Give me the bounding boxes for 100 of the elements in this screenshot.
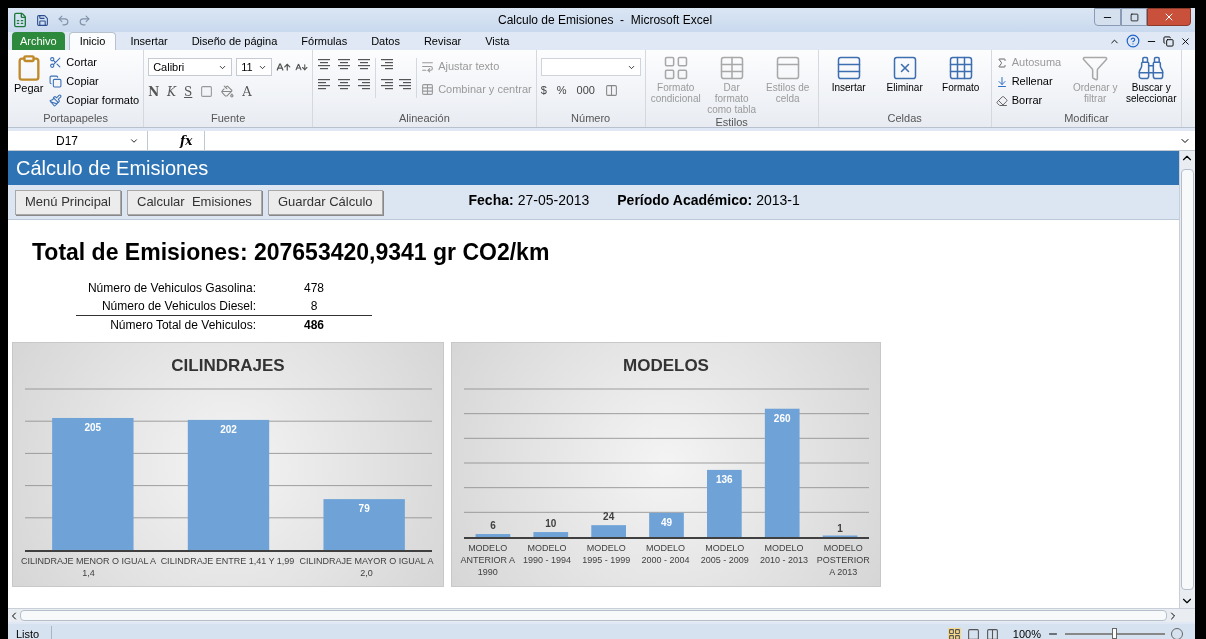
count-value: 478 [303, 280, 325, 297]
data-label: 6 [490, 520, 496, 532]
count-label: Número de Vehiculos Diesel: [100, 298, 256, 315]
align-middle-icon[interactable] [337, 58, 352, 70]
restore-icon[interactable] [1163, 35, 1174, 47]
insert-function-button[interactable]: fx [180, 131, 193, 150]
wrap-text-icon [421, 60, 435, 73]
field-value: 27-05-2013 [517, 191, 590, 210]
zoom-reading: 100% [1012, 626, 1041, 639]
group-label: Estilos [714, 115, 749, 129]
bar [475, 534, 511, 537]
border-icon[interactable] [200, 85, 214, 99]
font-color-button[interactable]: A [242, 82, 252, 102]
paint-bucket-icon[interactable] [221, 85, 235, 99]
close-icon[interactable] [1180, 35, 1191, 47]
excel-logo-icon [12, 12, 28, 28]
number-format-button[interactable]: $ [540, 82, 547, 99]
horizontal-scrollbar[interactable] [8, 608, 1195, 622]
name-box[interactable]: D17 [8, 131, 148, 150]
sheet-button[interactable]: Menú Principal [15, 189, 121, 215]
bar [533, 532, 569, 537]
font-style-button[interactable]: N [148, 82, 160, 101]
field-label: Fecha: [468, 191, 514, 210]
font-name-dropdown[interactable]: Calibri [148, 58, 233, 76]
ribbon-tab[interactable]: Vista [475, 32, 520, 50]
ribbon-small-button[interactable]: Copiar [49, 73, 140, 90]
data-label: 49 [660, 516, 673, 528]
restore-button[interactable] [1121, 8, 1147, 26]
data-label: 205 [84, 422, 102, 433]
eraser-icon [995, 94, 1008, 107]
total-heading: Total de Emisiones: 207653420,9341 gr CO2/km [32, 238, 551, 267]
data-label: 260 [773, 412, 791, 424]
table-icon [421, 83, 435, 96]
number-format-button[interactable]: 000 [576, 82, 595, 99]
field-label: Período Académico: [617, 191, 753, 210]
bar [707, 469, 742, 537]
brush-icon [49, 94, 63, 107]
align-left-icon[interactable] [317, 78, 332, 90]
data-label: 79 [358, 503, 370, 515]
ribbon-large-button[interactable]: Formato [934, 54, 987, 93]
group-label: Alineación [398, 111, 451, 125]
data-label: 136 [716, 473, 733, 485]
data-label: 202 [220, 423, 237, 435]
window-title: Calculo de Emisiones - Microsoft Excel [498, 12, 713, 29]
vertical-scrollbar[interactable] [1179, 151, 1195, 608]
status-text: Listo [8, 625, 53, 639]
ribbon-large-button[interactable]: Buscar y seleccionar [1125, 54, 1178, 104]
align-center-icon[interactable] [337, 78, 352, 90]
ribbon-tab[interactable]: Datos [361, 32, 410, 50]
ribbon-small-button[interactable]: Borrar [995, 92, 1062, 109]
ribbon-tab[interactable]: Fórmulas [291, 32, 358, 50]
ribbon-small-button[interactable]: Cortar [49, 54, 140, 71]
count-label: Número Total de Vehiculos: [109, 316, 256, 334]
chart-title: MODELOS [622, 355, 710, 377]
category-label: MODELO 1990 - 1994 [521, 542, 572, 567]
ribbon-small-button[interactable]: Rellenar [995, 73, 1062, 90]
category-label: MODELO POSTERIOR A 2013 [815, 542, 871, 578]
page-break-icon[interactable] [985, 627, 999, 639]
category-label: MODELO 2010 - 2013 [759, 542, 810, 567]
category-label: CILINDRAJE MAYOR O IGUAL A 2,0 [298, 555, 435, 579]
count-value: 486 [303, 316, 325, 334]
group-label: Portapapeles [42, 111, 109, 125]
category-label: MODELO 2005 - 2009 [699, 542, 750, 567]
paste-button[interactable]: Pegar [12, 54, 46, 94]
align-top-icon[interactable] [317, 58, 332, 70]
group-label: Modificar [1063, 111, 1110, 125]
font-style-button[interactable]: K [167, 82, 177, 101]
category-label: MODELO ANTERIOR A 1990 [459, 542, 516, 578]
ribbon-large-button[interactable]: Insertar [822, 54, 875, 93]
category-label: CILINDRAJE MENOR O IGUAL A 1,4 [19, 555, 158, 579]
chart-title: CILINDRAJES [170, 355, 286, 377]
data-label: 1 [837, 522, 843, 534]
ribbon-tab[interactable]: Inicio [68, 32, 117, 50]
ribbon-large-button[interactable]: Eliminar [878, 54, 931, 93]
count-value: 8 [309, 298, 319, 315]
sheet-button[interactable]: Guardar Cálculo [267, 189, 383, 215]
copy-icon [49, 75, 63, 88]
font-size-dropdown[interactable]: 11 [236, 58, 273, 76]
font-style-button[interactable]: S [184, 82, 193, 101]
category-label: MODELO 2000 - 2004 [640, 542, 691, 567]
number-format-button[interactable]: % [556, 82, 567, 99]
normal-view-icon[interactable] [947, 627, 961, 639]
align-right-icon[interactable] [357, 78, 372, 90]
ribbon-tab[interactable]: Diseño de página [181, 32, 288, 50]
save-icon[interactable] [36, 13, 49, 27]
ribbon-small-button[interactable]: Copiar formato [49, 92, 140, 109]
ribbon-tab[interactable]: Insertar [120, 32, 178, 50]
close-button[interactable] [1147, 8, 1191, 26]
close-icon [1163, 11, 1175, 23]
binoculars-icon [1137, 54, 1166, 82]
scissors-icon [49, 56, 63, 69]
group-label: Número [570, 111, 612, 125]
page-layout-icon[interactable] [966, 627, 980, 639]
align-bottom-icon[interactable] [357, 58, 372, 70]
ribbon-tab[interactable]: Revisar [413, 32, 472, 50]
help-icon[interactable] [1126, 34, 1140, 48]
file-tab[interactable]: Archivo [12, 32, 65, 50]
category-label: CILINDRAJE ENTRE 1,41 Y 1,99 [159, 555, 296, 568]
sheet-button[interactable]: Calcular Emisiones [127, 189, 262, 215]
zoom-thumb[interactable] [1112, 628, 1117, 639]
